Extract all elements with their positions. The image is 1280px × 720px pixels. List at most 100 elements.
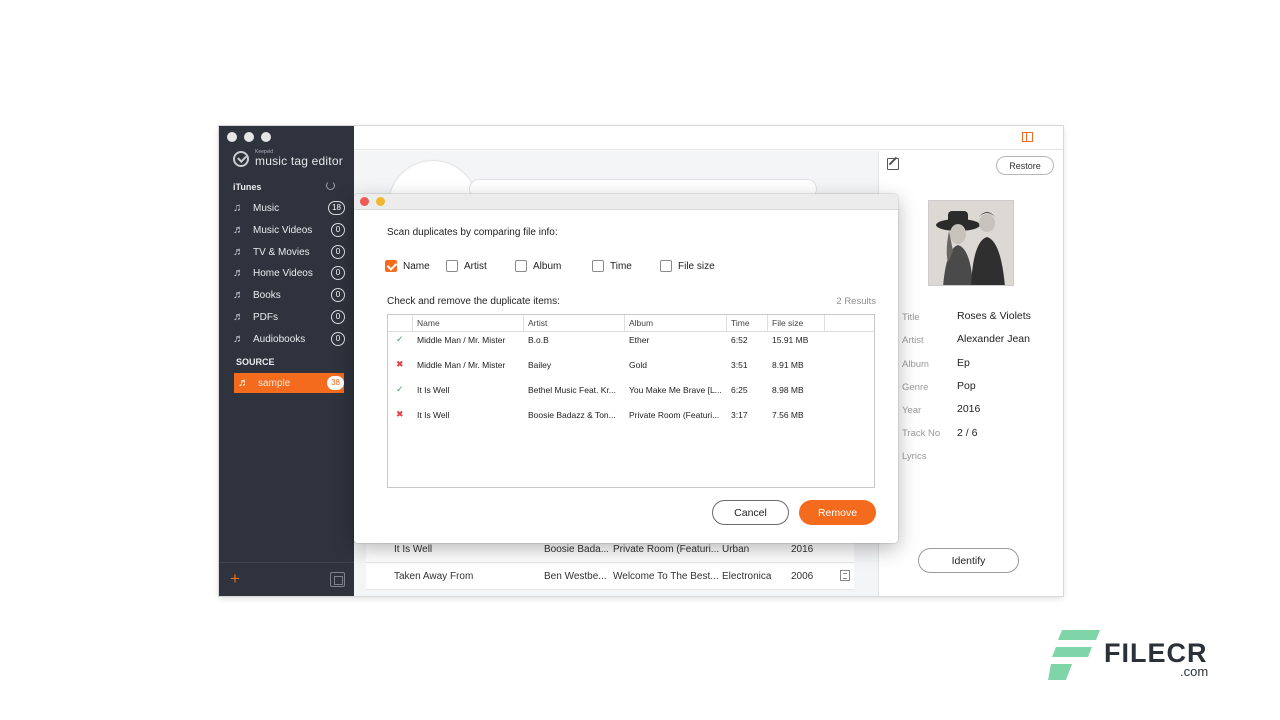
- restore-button[interactable]: Restore: [996, 156, 1054, 175]
- cell-name: It Is Well: [417, 410, 450, 420]
- playlist-icon: ♬: [233, 311, 244, 323]
- add-icon[interactable]: +: [230, 570, 240, 587]
- tag-value-artist[interactable]: Alexander Jean: [957, 333, 1030, 345]
- dialog-titlebar: [354, 194, 898, 210]
- sidebar-item-books[interactable]: ♬ Books 0: [233, 285, 345, 305]
- tag-value-album[interactable]: Ep: [957, 357, 970, 369]
- logo-check-icon: [233, 150, 249, 167]
- column-header-album[interactable]: Album: [625, 315, 727, 332]
- count-badge: 38: [327, 376, 344, 390]
- sidebar-item-label: Music Videos: [253, 224, 313, 236]
- sidebar-item-label: TV & Movies: [253, 246, 310, 258]
- checkbox-box: [446, 260, 458, 272]
- cell-artist: Bethel Music Feat. Kr...: [528, 385, 616, 395]
- cell-genre: Urban: [722, 544, 750, 555]
- column-header-artist[interactable]: Artist: [524, 315, 625, 332]
- cell-album: Private Room (Featuri...: [613, 544, 719, 555]
- duplicates-table: Name Artist Album Time File size ✓ Middl…: [387, 314, 875, 488]
- column-header-time[interactable]: Time: [727, 315, 768, 332]
- option-time-checkbox[interactable]: Time: [592, 258, 632, 274]
- column-header-file-size[interactable]: File size: [768, 315, 825, 332]
- tag-value-track-no[interactable]: 2 / 6: [957, 427, 977, 439]
- keep-check-icon[interactable]: ✓: [396, 385, 405, 394]
- tag-label-album: Album: [902, 359, 929, 370]
- cell-file-size: 7.56 MB: [772, 410, 804, 420]
- playlist-icon: ♬: [233, 267, 244, 279]
- option-artist-checkbox[interactable]: Artist: [446, 258, 487, 274]
- column-header-mark: [388, 315, 413, 332]
- sidebar: Keepvid music tag editor iTunes ♫ Music …: [219, 126, 354, 596]
- cancel-button[interactable]: Cancel: [712, 500, 789, 525]
- cell-album: Private Room (Featuri...: [629, 410, 720, 420]
- keep-check-icon[interactable]: ✓: [396, 335, 405, 344]
- cell-artist: B.o.B: [528, 335, 549, 345]
- sidebar-item-label: Audiobooks: [253, 333, 306, 345]
- cell-time: 3:17: [731, 410, 748, 420]
- sidebar-item-label: Books: [253, 289, 281, 301]
- refresh-icon[interactable]: [326, 181, 335, 190]
- cell-name: Middle Man / Mr. Mister: [417, 335, 506, 345]
- playlist-icon: ♬: [233, 289, 244, 301]
- option-file-size-checkbox[interactable]: File size: [660, 258, 715, 274]
- close-window-button[interactable]: [227, 132, 237, 142]
- sidebar-item-label: Home Videos: [253, 267, 313, 279]
- watermark: FILECR .com: [1048, 628, 1218, 684]
- lyrics-doc-icon[interactable]: [840, 570, 850, 581]
- top-bar: [354, 126, 1063, 150]
- sidebar-item-sample[interactable]: ♬ sample 38: [234, 373, 344, 393]
- remove-x-icon[interactable]: ✖: [396, 410, 405, 419]
- sidebar-item-music-videos[interactable]: ♬ Music Videos 0: [233, 220, 345, 240]
- library-view-icon[interactable]: [330, 572, 345, 587]
- count-badge: 0: [331, 310, 345, 324]
- playlist-icon: ♬: [233, 333, 244, 345]
- logo-name: music tag editor: [255, 154, 343, 168]
- sidebar-item-audiobooks[interactable]: ♬ Audiobooks 0: [233, 329, 345, 349]
- cell-file-size: 8.98 MB: [772, 385, 804, 395]
- count-badge: 0: [331, 332, 345, 346]
- tag-panel: Restore Title Roses & Violets Artist Ale…: [878, 151, 1063, 596]
- dialog-minimize-button[interactable]: [376, 197, 385, 206]
- dialog-close-button[interactable]: [360, 197, 369, 206]
- tag-label-lyrics: Lyrics: [902, 451, 927, 462]
- count-badge: 18: [328, 201, 345, 215]
- remove-button[interactable]: Remove: [799, 500, 876, 525]
- column-header-name[interactable]: Name: [413, 315, 524, 332]
- option-name-checkbox[interactable]: Name: [385, 258, 430, 274]
- checkbox-box: [385, 260, 397, 272]
- count-badge: 0: [331, 223, 345, 237]
- duplicate-dialog: Scan duplicates by comparing file info: …: [354, 194, 898, 543]
- cell-artist: Boosie Bada...: [544, 544, 608, 555]
- tag-value-genre[interactable]: Pop: [957, 380, 976, 392]
- gift-icon[interactable]: [1022, 132, 1033, 142]
- tag-label-artist: Artist: [902, 335, 924, 346]
- cell-year: 2016: [791, 544, 814, 555]
- identify-button[interactable]: Identify: [918, 548, 1019, 573]
- tag-value-title[interactable]: Roses & Violets: [957, 310, 1031, 322]
- cell-time: 6:25: [731, 385, 748, 395]
- sidebar-item-home-videos[interactable]: ♬ Home Videos 0: [233, 263, 345, 283]
- remove-x-icon[interactable]: ✖: [396, 360, 405, 369]
- artwork-image: [929, 201, 1013, 285]
- tag-label-title: Title: [902, 312, 920, 323]
- sidebar-item-label: Music: [253, 202, 280, 214]
- table-row[interactable]: Taken Away From Ben Westbe... Welcome To…: [366, 563, 854, 590]
- minimize-window-button[interactable]: [244, 132, 254, 142]
- sidebar-footer: +: [219, 562, 354, 596]
- zoom-window-button[interactable]: [261, 132, 271, 142]
- cell-name: Taken Away From: [394, 571, 474, 582]
- tag-value-year[interactable]: 2016: [957, 403, 980, 415]
- edit-icon[interactable]: [887, 158, 899, 170]
- watermark-suffix: .com: [1180, 664, 1209, 679]
- sidebar-item-label: PDFs: [253, 311, 278, 323]
- cell-time: 3:51: [731, 360, 748, 370]
- cell-name: It Is Well: [417, 385, 450, 395]
- tag-label-track-no: Track No: [902, 428, 941, 439]
- playlist-icon: ♬: [233, 224, 244, 236]
- sidebar-item-music[interactable]: ♫ Music 18: [233, 198, 345, 218]
- sidebar-item-tv-movies[interactable]: ♬ TV & Movies 0: [233, 242, 345, 262]
- option-album-checkbox[interactable]: Album: [515, 258, 561, 274]
- cell-artist: Ben Westbe...: [544, 571, 607, 582]
- album-artwork[interactable]: [928, 200, 1014, 286]
- app-logo: Keepvid music tag editor: [233, 150, 343, 167]
- sidebar-item-pdfs[interactable]: ♬ PDFs 0: [233, 307, 345, 327]
